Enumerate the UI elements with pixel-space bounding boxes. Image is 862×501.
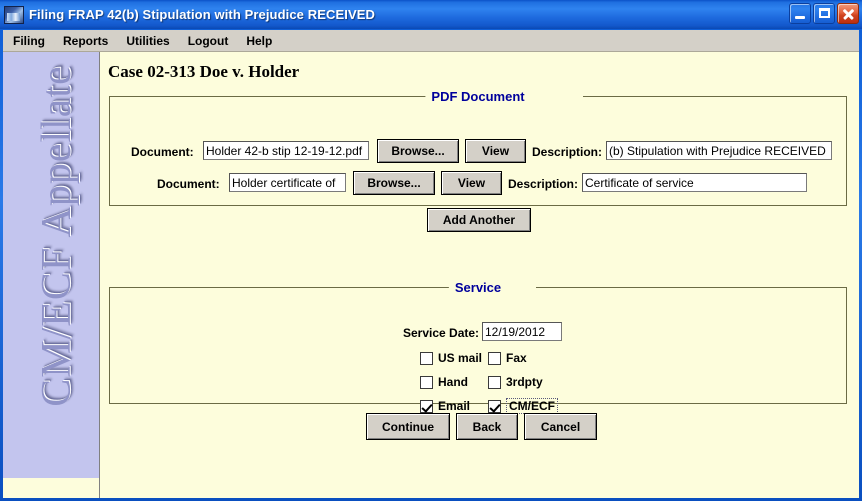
menu-item-filing[interactable]: Filing (5, 32, 53, 50)
maximize-icon[interactable] (813, 3, 835, 24)
sidebar-brand-label: CM/ECF Appellate (34, 65, 80, 407)
checkbox-hand-box[interactable] (420, 375, 433, 389)
checkbox-email[interactable]: Email (420, 399, 470, 413)
view-button-1[interactable]: View (465, 139, 526, 163)
checkbox-us-mail-box[interactable] (420, 351, 433, 365)
client-area: CM/ECF Appellate Case 02-313 Doe v. Hold… (3, 52, 859, 498)
application-window: Filing FRAP 42(b) Stipulation with Preju… (0, 0, 862, 501)
browse-button-1[interactable]: Browse... (377, 139, 459, 163)
back-button[interactable]: Back (456, 413, 518, 440)
checkbox-fax-box[interactable] (488, 351, 501, 365)
checkbox-hand-label: Hand (438, 375, 468, 389)
checkbox-email-box[interactable] (420, 399, 433, 413)
checkbox-email-label: Email (438, 399, 471, 413)
menu-bar: Filing Reports Utilities Logout Help (3, 30, 859, 52)
checkbox-3rdpty-label: 3rdpty (506, 375, 543, 389)
menu-item-logout[interactable]: Logout (180, 32, 237, 50)
service-date-label: Service Date: (403, 326, 480, 340)
description-input-1[interactable] (606, 141, 832, 160)
checkbox-cmecf-box[interactable] (488, 399, 501, 413)
checkbox-3rdpty-box[interactable] (488, 375, 501, 389)
app-icon (4, 5, 24, 24)
checkbox-us-mail[interactable]: US mail (420, 351, 482, 365)
description-label-2: Description: (508, 177, 579, 191)
sidebar-bottom-strip (3, 478, 100, 498)
menu-item-help[interactable]: Help (238, 32, 280, 50)
add-another-button[interactable]: Add Another (427, 208, 531, 232)
checkbox-3rdpty[interactable]: 3rdpty (488, 375, 543, 389)
service-section: Service Service Date: US mail Fax Hand (109, 280, 847, 414)
document-label-2: Document: (157, 177, 220, 191)
menu-item-utilities[interactable]: Utilities (118, 32, 177, 50)
description-input-2[interactable] (582, 173, 807, 192)
checkbox-hand[interactable]: Hand (420, 375, 468, 389)
checkbox-cmecf-label: CM/ECF (506, 398, 558, 414)
browse-button-2[interactable]: Browse... (353, 171, 435, 195)
pdf-document-legend: PDF Document (425, 89, 531, 104)
menu-item-reports[interactable]: Reports (55, 32, 116, 50)
document-input-1[interactable] (203, 141, 369, 160)
service-date-input[interactable] (482, 322, 562, 341)
document-input-2[interactable] (229, 173, 346, 192)
minimize-icon[interactable] (789, 3, 811, 24)
checkbox-us-mail-label: US mail (438, 351, 483, 365)
window-controls (789, 3, 859, 24)
checkbox-fax[interactable]: Fax (488, 351, 527, 365)
window-title: Filing FRAP 42(b) Stipulation with Preju… (29, 7, 375, 22)
close-icon[interactable] (837, 3, 859, 24)
continue-button[interactable]: Continue (366, 413, 450, 440)
service-legend: Service (448, 280, 508, 295)
document-label-1: Document: (131, 145, 194, 159)
cancel-button[interactable]: Cancel (524, 413, 597, 440)
checkbox-fax-label: Fax (506, 351, 527, 365)
checkbox-cmecf[interactable]: CM/ECF (488, 398, 558, 414)
sidebar: CM/ECF Appellate (3, 52, 100, 478)
view-button-2[interactable]: View (441, 171, 502, 195)
page-title: Case 02-313 Doe v. Holder (108, 62, 300, 81)
pdf-document-section: PDF Document Document: Browse... View De… (109, 89, 847, 232)
description-label-1: Description: (532, 145, 603, 159)
main-content: Case 02-313 Doe v. Holder PDF Document D… (101, 52, 859, 498)
title-bar: Filing FRAP 42(b) Stipulation with Preju… (0, 0, 862, 29)
